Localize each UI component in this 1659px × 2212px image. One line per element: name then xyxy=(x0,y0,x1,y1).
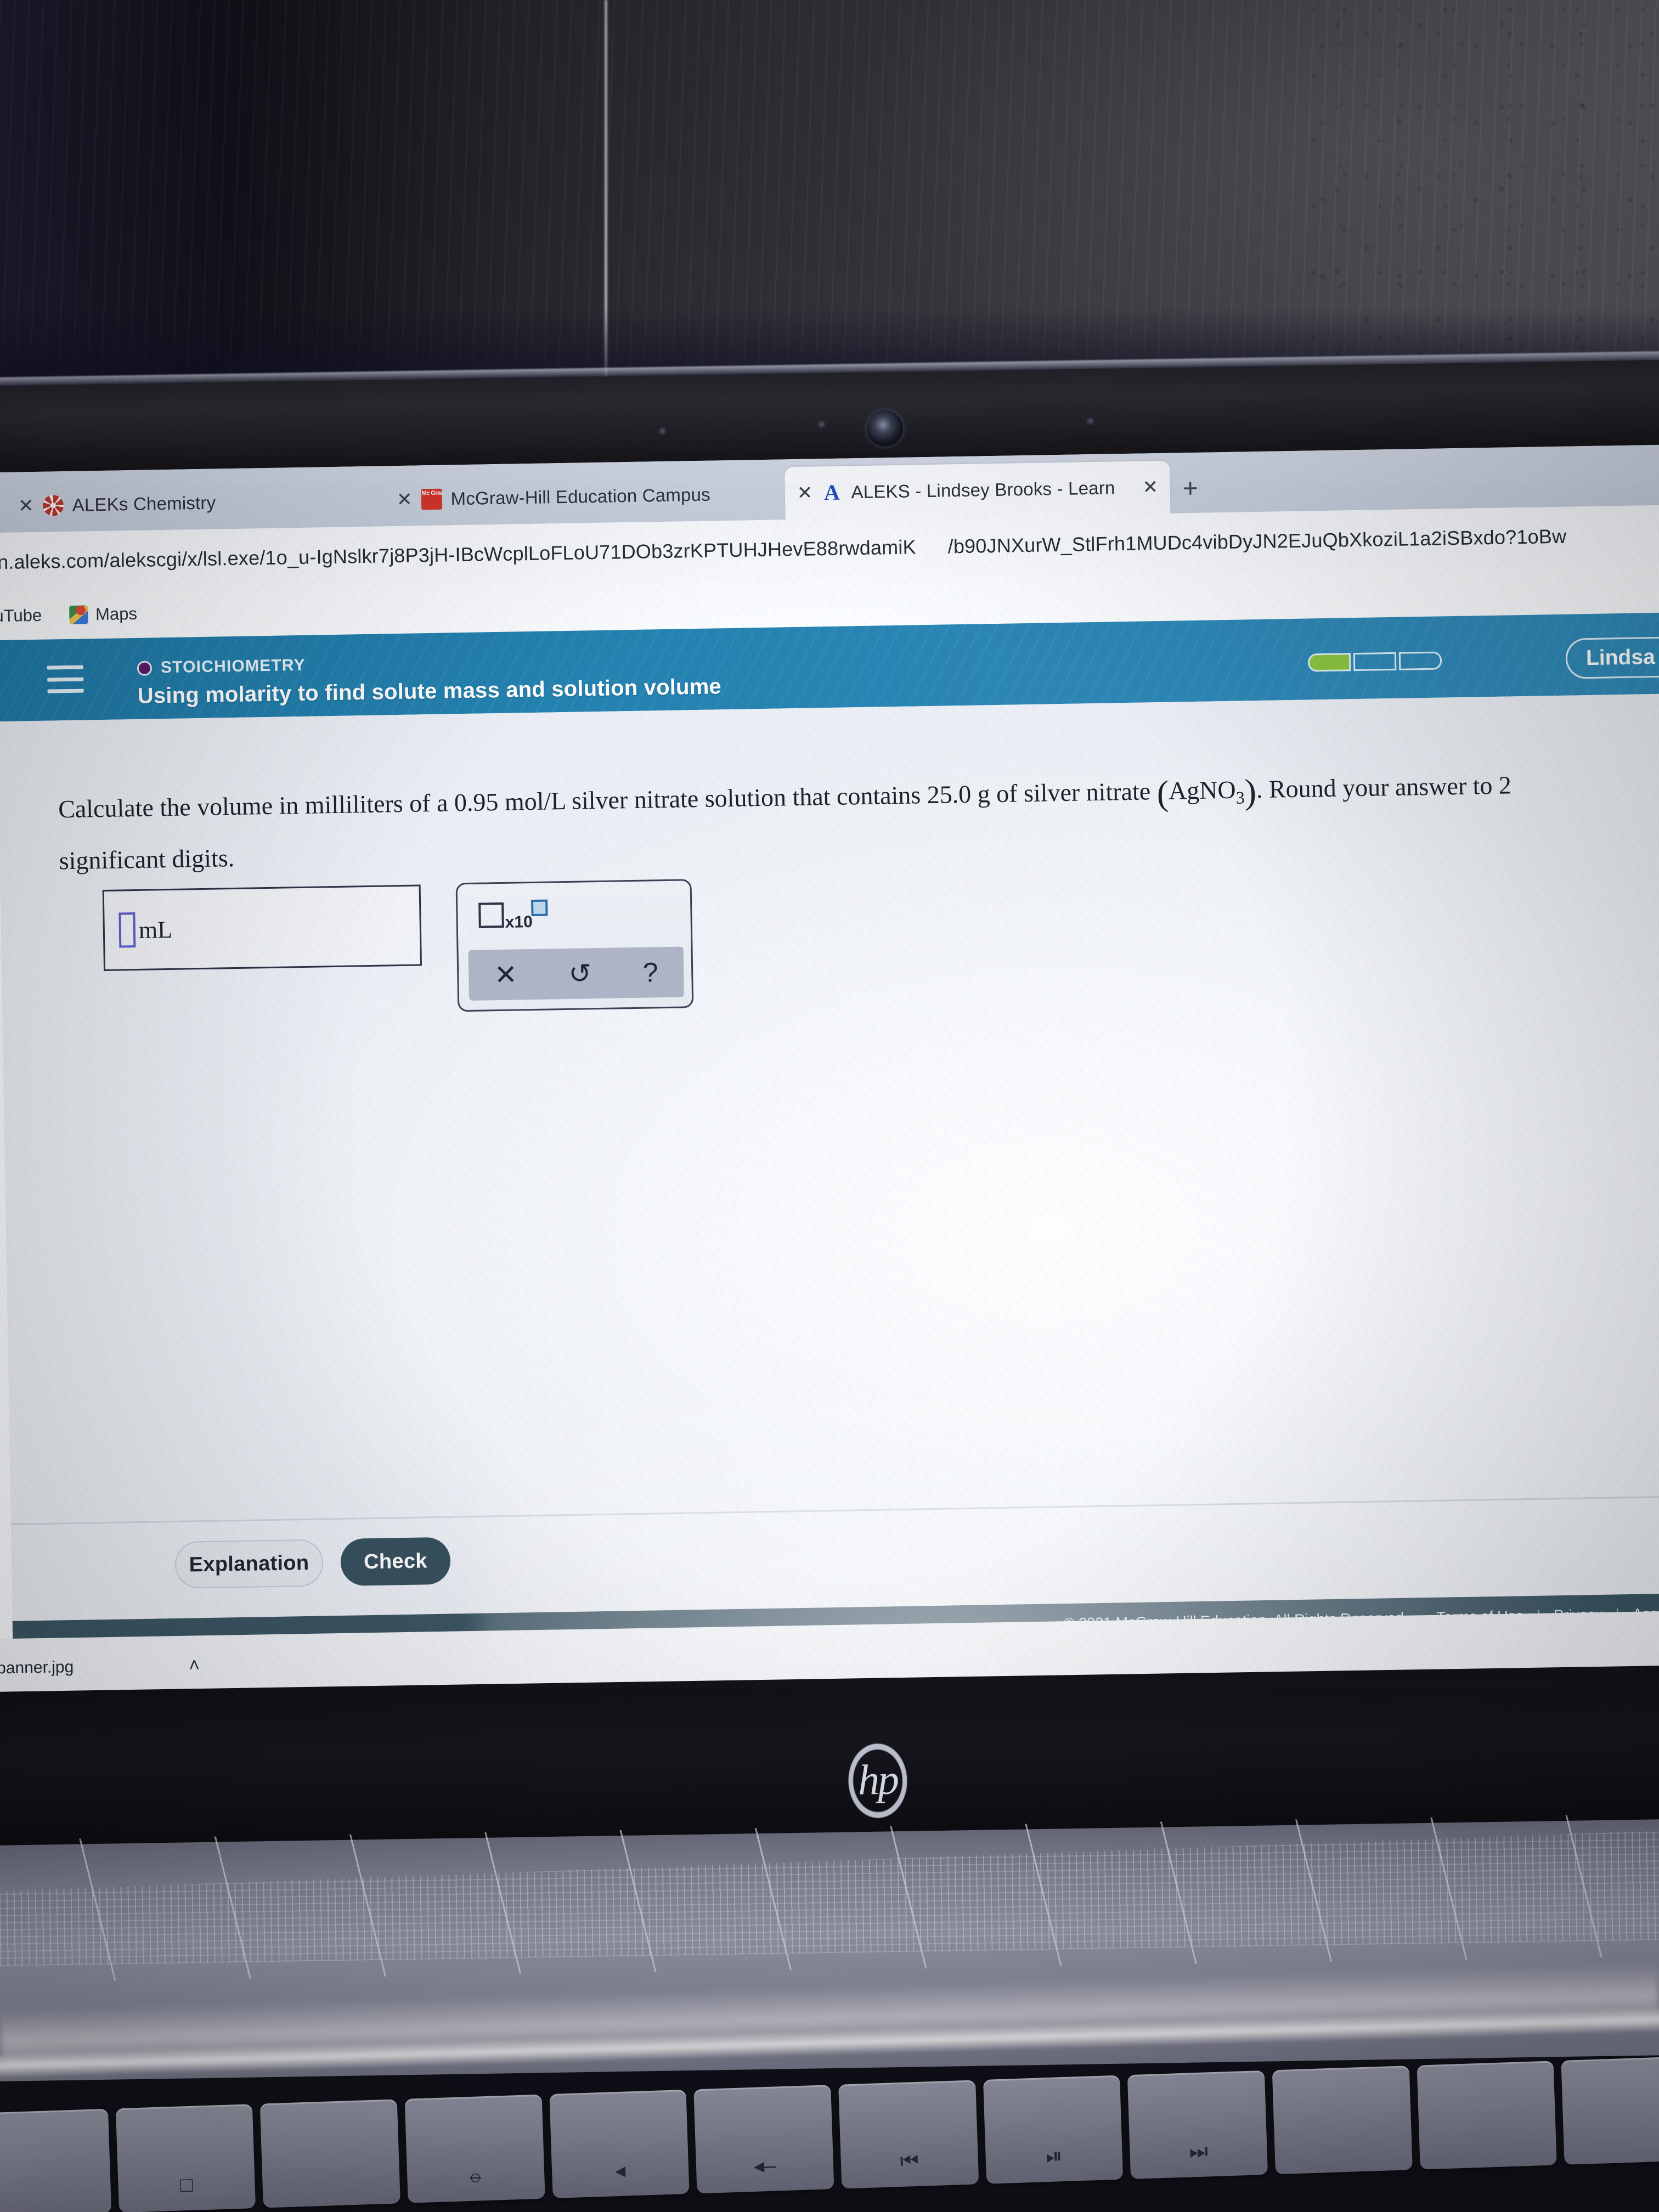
mass-unit: g xyxy=(977,780,991,808)
category-label: STOICHIOMETRY xyxy=(160,656,306,677)
bookmark-youtube[interactable]: YouTube xyxy=(0,606,42,627)
browser-tab-mcgraw-hill[interactable]: ✕ Mc Graw Hill McGraw-Hill Education Cam… xyxy=(384,468,723,526)
key-volume-up[interactable]: ◂– xyxy=(693,2085,834,2194)
scientific-notation-button[interactable]: x10 xyxy=(478,899,548,933)
sigfig-count: 2 xyxy=(1498,771,1512,799)
explanation-button[interactable]: Explanation xyxy=(174,1539,324,1589)
bookmark-label: YouTube xyxy=(0,605,42,626)
question-part-4: . Round your answer to xyxy=(1256,771,1499,804)
molarity-value: 0.95 xyxy=(454,788,499,817)
aleks-icon xyxy=(42,495,64,516)
text-caret-box-icon xyxy=(119,912,136,948)
math-tool-palette: x10 ✕ ↺ ? xyxy=(455,879,694,1012)
url-text-right: /b90JNXurW_StlFrh1MUDc4vibDyJN2EJuQbXkoz… xyxy=(947,524,1567,558)
function-key-row: □ ⦵ ◂ ◂– ⏮ ⏯ ⏭ xyxy=(0,2056,1659,2212)
page-title: Using molarity to find solute mass and s… xyxy=(137,674,722,708)
key-next-track[interactable]: ⏭ xyxy=(1127,2070,1268,2180)
hp-logo-text: hp xyxy=(857,1755,898,1804)
mass-value: 25.0 xyxy=(927,780,972,809)
url-text-left: awn.aleks.com/alekscgi/x/lsl.exe/1o_u-Ig… xyxy=(0,535,917,574)
bookmark-maps[interactable]: Maps xyxy=(69,604,137,625)
chemical-formula-subscript: 3 xyxy=(1235,787,1245,808)
answer-unit-label: mL xyxy=(138,916,173,944)
chemical-formula: AgNO xyxy=(1168,775,1237,805)
sci-multiplier-label: x10 xyxy=(505,913,533,932)
key-mute[interactable]: ⦵ xyxy=(404,2094,545,2203)
close-icon[interactable]: ✕ xyxy=(797,482,813,504)
question-part-5: significant digits. xyxy=(59,844,235,875)
aleks-a-icon: A xyxy=(823,479,840,505)
user-name-label: Lindsa xyxy=(1585,645,1656,670)
progress-segment-filled xyxy=(1307,653,1351,672)
browser-tab-label: ALEKs Chemistry xyxy=(72,492,216,515)
molarity-unit: mol/L xyxy=(504,787,566,816)
category-dot-icon xyxy=(137,660,153,676)
new-tab-button[interactable]: + xyxy=(1182,473,1198,504)
key[interactable] xyxy=(1561,2056,1659,2165)
deck-pattern-lines xyxy=(0,1813,1659,1983)
key[interactable]: □ xyxy=(115,2104,256,2212)
progress-segment-empty xyxy=(1398,651,1442,670)
question-text: Calculate the volume in milliliters of a… xyxy=(58,762,1590,883)
browser-tab-aleks-learn[interactable]: ✕ A ALEKS - Lindsey Brooks - Learn ✕ xyxy=(785,460,1171,520)
key-prev-track[interactable]: ⏮ xyxy=(838,2080,979,2189)
topic-category: STOICHIOMETRY xyxy=(137,656,306,678)
close-icon[interactable]: ✕ xyxy=(1142,476,1158,498)
google-maps-icon xyxy=(69,605,88,624)
laptop-photo: ✕ ALEKs Chemistry ✕ Mc Graw Hill McGraw-… xyxy=(0,0,1659,2212)
download-item[interactable]: banner.jpg ˄ xyxy=(0,1655,200,1679)
key-volume-down[interactable]: ◂ xyxy=(549,2089,690,2199)
chevron-up-icon[interactable]: ˄ xyxy=(189,1655,200,1676)
progress-meter xyxy=(1307,651,1442,672)
question-part-1: Calculate the volume in milliliters of a xyxy=(58,788,455,823)
download-filename: banner.jpg xyxy=(0,1658,74,1678)
tool-button-row: ✕ ↺ ? xyxy=(468,946,685,1001)
scientific-notation-icon xyxy=(478,902,504,928)
key[interactable] xyxy=(260,2099,400,2208)
browser-tab-aleks-chemistry[interactable]: ✕ ALEKs Chemistry xyxy=(5,476,228,533)
action-bar-divider xyxy=(10,1495,1659,1525)
aleks-app: STOICHIOMETRY Using molarity to find sol… xyxy=(0,612,1659,1675)
formula-paren-open: ( xyxy=(1156,773,1169,813)
close-icon[interactable]: ✕ xyxy=(397,489,413,511)
browser-tab-label: McGraw-Hill Education Campus xyxy=(450,484,711,509)
laptop-screen: ✕ ALEKs Chemistry ✕ Mc Graw Hill McGraw-… xyxy=(0,444,1659,1702)
key-play-pause[interactable]: ⏯ xyxy=(983,2075,1124,2184)
formula-paren-close: ) xyxy=(1244,772,1257,811)
exponent-placeholder-icon xyxy=(531,899,548,917)
close-icon[interactable]: ✕ xyxy=(18,495,34,517)
browser-tab-label: ALEKS - Lindsey Brooks - Learn xyxy=(851,477,1115,503)
bookmark-label: Maps xyxy=(95,603,138,624)
key[interactable] xyxy=(1417,2061,1558,2170)
user-menu-button[interactable]: Lindsa xyxy=(1565,636,1659,679)
progress-segment-empty xyxy=(1353,652,1397,672)
hamburger-menu-icon[interactable] xyxy=(47,665,84,693)
question-part-3: of silver nitrate xyxy=(990,777,1158,808)
answer-input[interactable]: mL xyxy=(102,884,422,971)
help-button[interactable]: ? xyxy=(642,956,658,988)
undo-button[interactable]: ↺ xyxy=(568,957,592,990)
key[interactable] xyxy=(0,2108,111,2212)
clear-button[interactable]: ✕ xyxy=(494,959,518,991)
key[interactable] xyxy=(1272,2066,1413,2175)
question-body: Calculate the volume in milliliters of a… xyxy=(0,693,1659,1675)
mcgraw-hill-icon: Mc Graw Hill xyxy=(421,488,442,510)
check-button[interactable]: Check xyxy=(340,1537,451,1586)
question-part-2: silver nitrate solution that contains xyxy=(565,781,928,815)
